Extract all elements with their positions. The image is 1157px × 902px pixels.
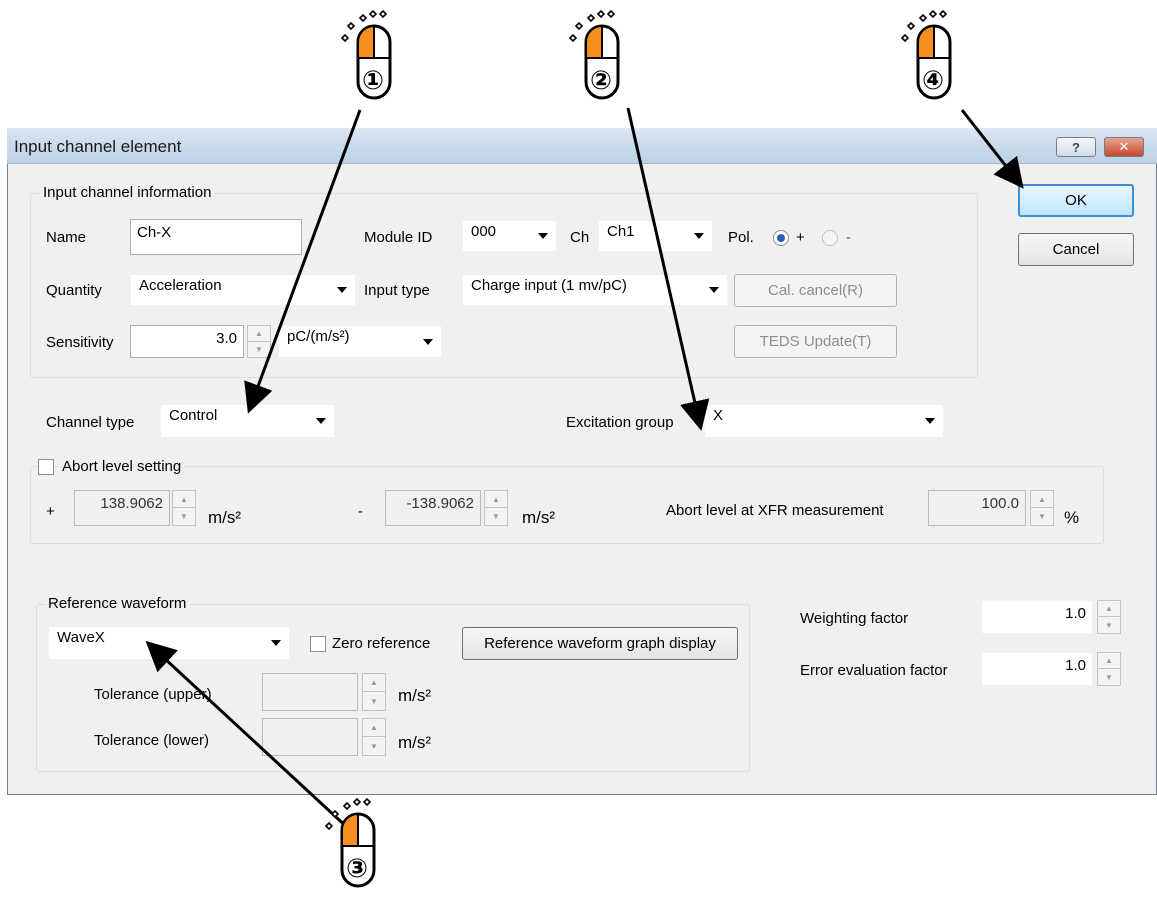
callout-number-4: ④: [922, 66, 945, 96]
callout-number-1: ①: [362, 66, 385, 96]
mouse-callout-3: ③: [318, 796, 398, 900]
callout-number-3: ③: [346, 854, 369, 884]
arrow-1: [244, 109, 362, 414]
arrow-2: [626, 107, 710, 431]
arrow-4: [960, 109, 1024, 189]
mouse-callout-2: ②: [562, 8, 642, 112]
callout-number-2: ②: [590, 66, 613, 96]
mouse-callout-4: ④: [894, 8, 974, 112]
mouse-callout-1: ①: [334, 8, 414, 112]
annotation-arrows: [145, 107, 1024, 832]
